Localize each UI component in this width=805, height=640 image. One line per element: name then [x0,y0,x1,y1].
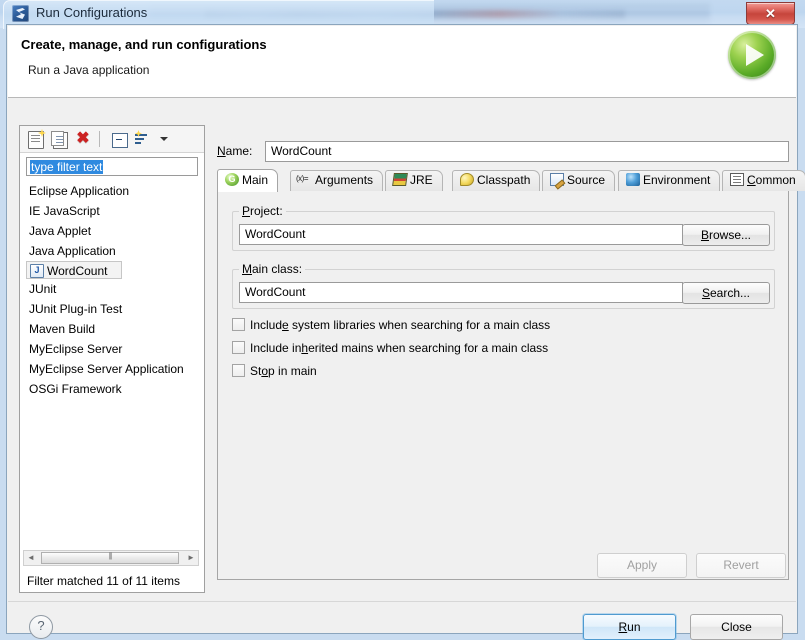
tab-common[interactable]: Common [722,170,805,191]
checkbox-box [232,364,245,377]
chevron-down-icon[interactable] [160,137,168,141]
tab-classpath-label: Classpath [477,173,531,187]
name-row: Name: WordCount [217,141,789,163]
main-class-row: WordCount Search... [239,282,770,304]
filter-input[interactable]: type filter text [26,157,198,176]
tree-item-junit-plugin-test[interactable]: JUnit Plug-in Test [21,299,203,319]
dialog-header: Create, manage, and run configurations R… [8,26,796,98]
collapse-all-icon [112,133,128,148]
tab-arguments[interactable]: Arguments [290,170,384,191]
eclipse-icon [12,5,29,22]
configuration-tabs: Main Arguments JRE Classpath Source [217,169,805,581]
checkbox-box [232,318,245,331]
project-group: Project: WordCount Browse... [232,204,775,251]
window-title: Run Configurations [36,5,148,20]
dialog-body: Create, manage, and run configurations R… [6,24,805,640]
browse-button[interactable]: Browse... [682,224,770,246]
tree-item-osgi-framework[interactable]: OSGi Framework [21,379,203,399]
stop-in-main-checkbox[interactable]: Stop in main [232,361,317,381]
tab-strip: Main Arguments JRE Classpath Source [217,169,805,192]
toolbar-separator [99,131,100,147]
duplicate-launch-configuration-icon [51,131,68,149]
configurations-toolbar: ✖ [20,126,204,153]
tree-item-eclipse-application[interactable]: Eclipse Application [21,181,203,201]
tree-item-ie-javascript[interactable]: IE JavaScript [21,201,203,221]
close-button[interactable]: Close [690,614,783,640]
include-inherited-mains-label: Include inherited mains when searching f… [250,341,549,355]
collapse-all-button[interactable] [110,130,128,148]
classpath-tab-icon [460,173,474,186]
scroll-right-icon[interactable]: ► [184,551,198,565]
tree-horizontal-scrollbar[interactable]: ◄ ► [23,550,199,566]
screen: Run Configurations ✕ Create, manage, and… [0,0,805,640]
apply-revert-row: Apply Revert [211,553,789,579]
run-play-icon [728,31,776,79]
tab-source-label: Source [567,173,606,187]
main-tab-panel: Project: WordCount Browse... Main class:… [217,191,789,580]
tree-item-maven-build[interactable]: Maven Build [21,319,203,339]
configuration-editor: Name: WordCount Main Arguments JRE [211,125,805,593]
new-launch-configuration-icon [28,131,44,149]
tab-environment[interactable]: Environment [618,170,721,191]
include-inherited-mains-checkbox[interactable]: Include inherited mains when searching f… [232,338,548,358]
stop-in-main-label: Stop in main [250,364,317,378]
revert-button[interactable]: Revert [696,553,786,578]
project-label: Project: [239,204,286,218]
tree-item-java-application[interactable]: Java Application [21,241,203,261]
main-class-label: Main class: [239,262,306,276]
checkbox-box [232,341,245,354]
main-tab-icon [225,172,239,186]
filter-launch-configurations-button[interactable] [134,130,152,148]
tree-item-myeclipse-server[interactable]: MyEclipse Server [21,339,203,359]
name-label: Name: [217,144,253,158]
tree-item-java-applet[interactable]: Java Applet [21,221,203,241]
filter-launch-configurations-icon [135,130,150,147]
apply-button[interactable]: Apply [597,553,687,578]
arguments-tab-icon [296,172,312,186]
new-launch-configuration-button[interactable] [26,130,44,149]
search-button[interactable]: Search... [682,282,770,304]
tree-item-junit[interactable]: JUnit [21,279,203,299]
tab-source[interactable]: Source [542,170,616,191]
tree-item-wordcount[interactable]: WordCount [26,261,122,279]
tab-main-label: Main [242,173,269,187]
include-system-libraries-checkbox[interactable]: Include system libraries when searching … [232,315,550,335]
tab-environment-label: Environment [643,173,711,187]
page-subtitle: Run a Java application [28,63,150,77]
launch-configurations-tree[interactable]: Eclipse Application IE JavaScript Java A… [21,181,203,539]
tab-jre[interactable]: JRE [385,170,443,191]
tab-arguments-label: Arguments [315,173,374,187]
main-class-group: Main class: WordCount Search... [232,262,775,309]
run-button[interactable]: Run [583,614,676,640]
include-system-libraries-label: Include system libraries when searching … [250,318,551,332]
footer-divider [8,601,796,602]
java-class-icon [30,264,44,278]
project-input[interactable]: WordCount [239,224,683,245]
page-title: Create, manage, and run configurations [21,37,267,52]
run-configurations-window: Run Configurations ✕ Create, manage, and… [3,0,805,640]
scrollbar-thumb[interactable] [41,551,179,564]
tree-item-myeclipse-server-application[interactable]: MyEclipse Server Application [21,359,203,379]
tab-jre-label: JRE [410,173,433,187]
filter-input-value: type filter text [30,160,104,174]
tab-common-label: Common [747,173,796,187]
configurations-panel: ✖ type filter text Eclipse Application I… [19,125,205,593]
common-tab-icon [730,173,744,186]
tree-item-wordcount-label: WordCount [47,264,108,278]
environment-tab-icon [626,173,640,186]
close-window-button[interactable]: ✕ [746,2,795,25]
source-tab-icon [550,173,564,186]
tab-main[interactable]: Main [217,169,279,192]
project-row: WordCount Browse... [239,224,770,246]
filter-status-text: Filter matched 11 of 11 items [27,574,180,588]
help-button[interactable]: ? [29,615,53,639]
scroll-left-icon[interactable]: ◄ [24,551,38,565]
tab-classpath[interactable]: Classpath [452,170,541,191]
main-class-input[interactable]: WordCount [239,282,683,303]
duplicate-launch-configuration-button[interactable] [50,130,68,149]
close-icon: ✕ [765,6,776,21]
jre-tab-icon [392,173,408,186]
delete-launch-configuration-button[interactable]: ✖ [74,130,92,148]
name-input[interactable]: WordCount [265,141,789,162]
